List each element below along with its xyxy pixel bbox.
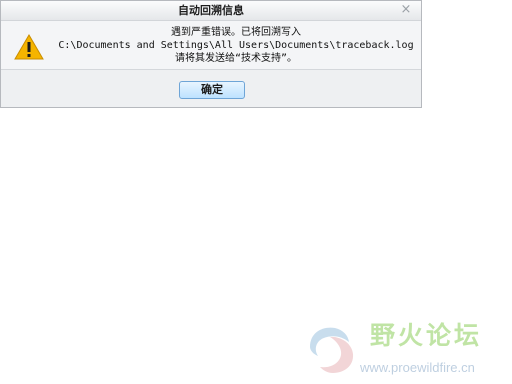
message-line-2: C:\Documents and Settings\All Users\Docu… (58, 40, 414, 51)
dialog-title: 自动回溯信息 (178, 4, 244, 17)
dialog-content: 遇到严重错误。已将回溯写入 C:\Documents and Settings\… (1, 21, 421, 70)
warning-icon (14, 34, 44, 60)
dialog-message: 遇到严重错误。已将回溯写入 C:\Documents and Settings\… (56, 26, 416, 65)
watermark-title: 野火论坛 (370, 321, 483, 350)
flame-swirl-logo (310, 327, 354, 373)
message-line-1: 遇到严重错误。已将回溯写入 (171, 27, 301, 38)
message-line-3: 请将其发送给“技术支持”。 (174, 53, 298, 64)
auto-traceback-dialog: 自动回溯信息 × 遇到严重错误。已将回溯写入 C:\Documents and … (0, 0, 422, 108)
dialog-titlebar[interactable]: 自动回溯信息 × (1, 1, 421, 21)
site-watermark: 野火论坛 www.proewildfire.cn (300, 316, 510, 382)
watermark-url: www.proewildfire.cn (360, 360, 475, 375)
close-icon[interactable]: × (399, 3, 413, 17)
ok-button[interactable]: 确定 (179, 81, 245, 99)
dialog-footer: 确定 (1, 70, 421, 107)
